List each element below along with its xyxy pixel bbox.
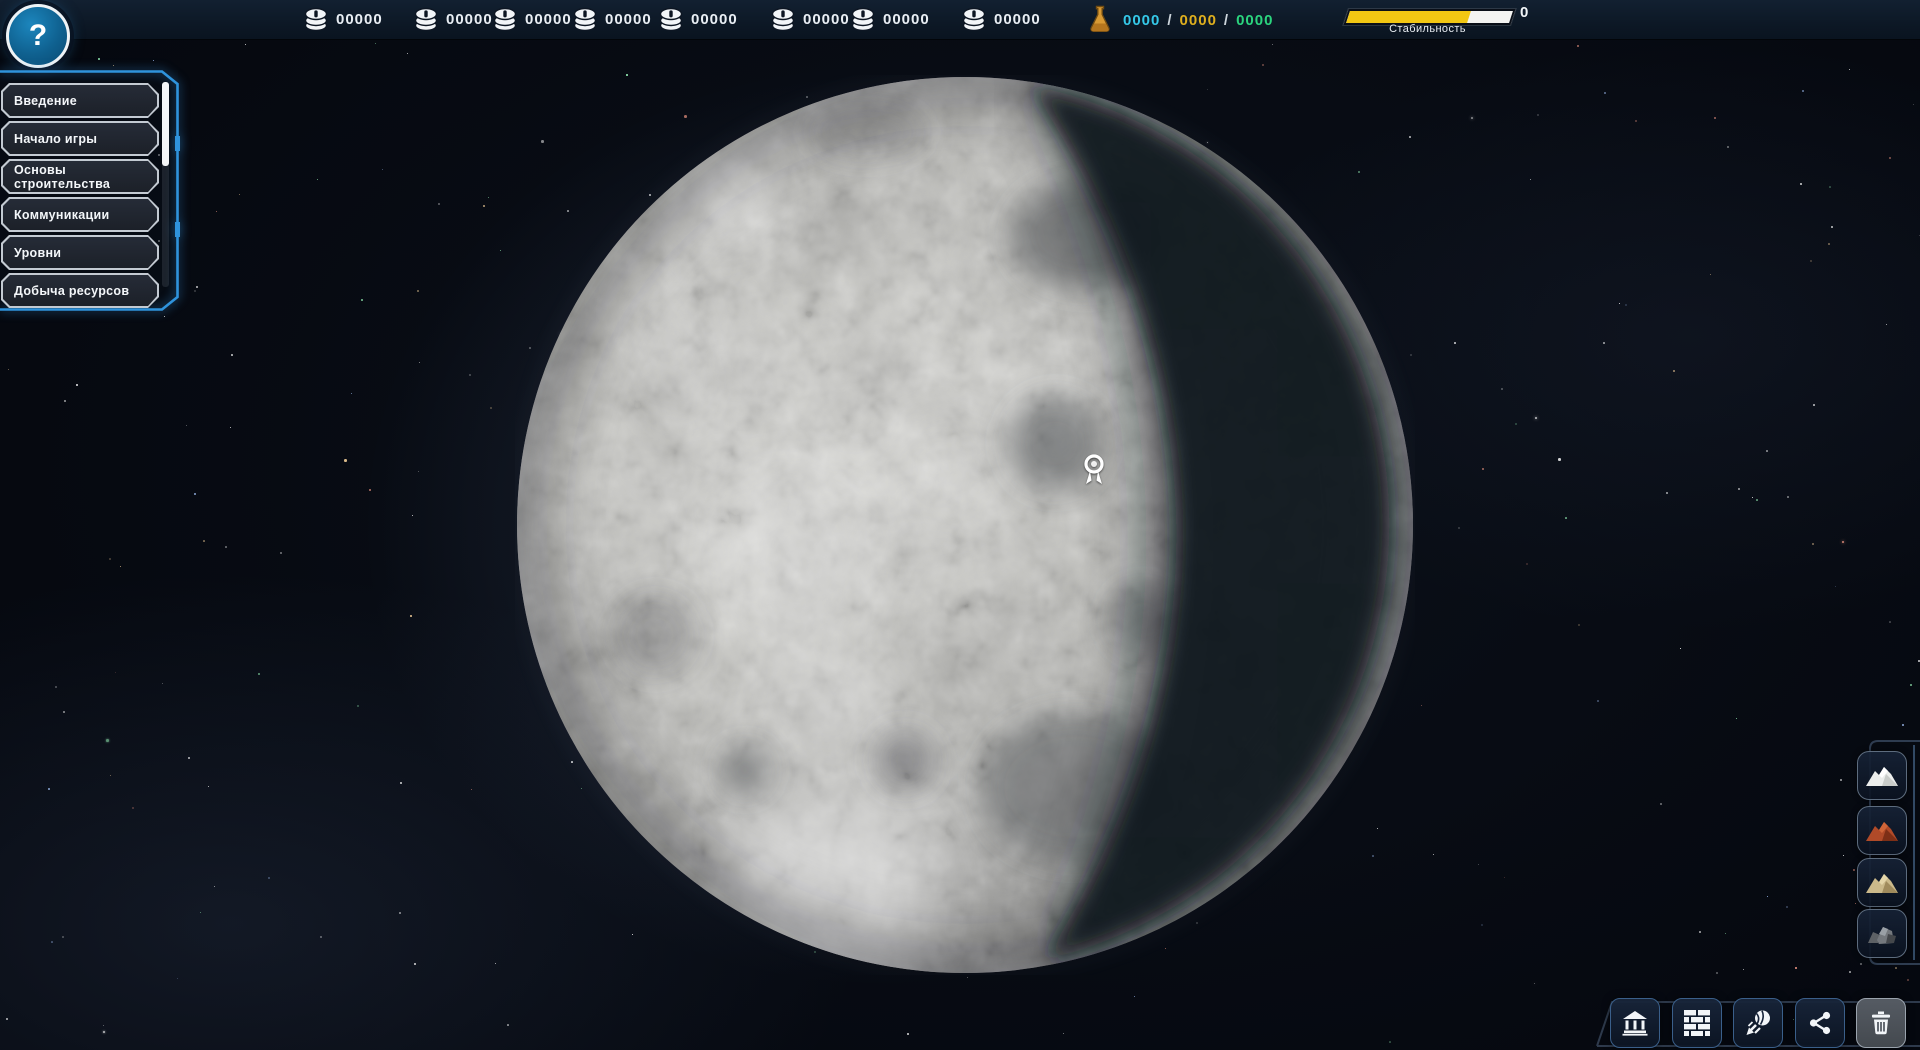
tutorial-item-nachalo-igry[interactable]: Начало игры bbox=[1, 121, 159, 156]
resource-counter: 00000 bbox=[961, 6, 1041, 32]
toggle-red-mineral[interactable] bbox=[1857, 806, 1907, 855]
coin-stack-icon bbox=[572, 6, 598, 32]
network-share-button[interactable] bbox=[1795, 998, 1845, 1048]
separator: / bbox=[1224, 12, 1229, 29]
tutorial-item-label: Коммуникации bbox=[3, 208, 109, 222]
toggle-ore-rocks[interactable] bbox=[1857, 909, 1907, 958]
resource-counter: 00000 bbox=[770, 6, 850, 32]
coin-stack-icon bbox=[303, 6, 329, 32]
coin-stack-icon bbox=[770, 6, 796, 32]
resource-counter: 00000 bbox=[658, 6, 738, 32]
top-resource-bar: 00000 00000 00000 00000 00000 00000 0000… bbox=[0, 0, 1920, 40]
game-screen: 00000 00000 00000 00000 00000 00000 0000… bbox=[0, 0, 1920, 1050]
tutorial-item-osnovy-stroitelstva[interactable]: Основы строительства bbox=[1, 159, 159, 194]
resource-value: 00000 bbox=[605, 10, 652, 28]
tutorial-item-label: Уровни bbox=[3, 246, 61, 260]
coin-stack-icon bbox=[492, 6, 518, 32]
sand-mineral-icon bbox=[1864, 867, 1900, 897]
stability-fill bbox=[1346, 11, 1471, 23]
brick-wall-icon bbox=[1684, 1010, 1710, 1036]
coin-stack-icon bbox=[961, 6, 987, 32]
toggle-white-mineral[interactable] bbox=[1857, 751, 1907, 800]
meteor-icon bbox=[1744, 1009, 1772, 1037]
bank-building-icon bbox=[1621, 1009, 1649, 1037]
award-badge-icon[interactable] bbox=[1078, 452, 1110, 488]
tutorial-item-label: Введение bbox=[3, 94, 77, 108]
tutorial-item-label: Добыча ресурсов bbox=[3, 284, 129, 298]
coin-stack-icon bbox=[658, 6, 684, 32]
resource-value: 00000 bbox=[803, 10, 850, 28]
stability-widget: 0 Стабильность bbox=[1340, 0, 1540, 39]
resource-counter: 00000 bbox=[572, 6, 652, 32]
science-counter: 0000 / 0000 / 0000 bbox=[1086, 3, 1273, 35]
science-current: 0000 bbox=[1123, 12, 1160, 29]
build-structures-button[interactable] bbox=[1672, 998, 1722, 1048]
meteor-strike-button[interactable] bbox=[1733, 998, 1783, 1048]
stability-label: Стабильность bbox=[1340, 23, 1515, 35]
science-max: 0000 bbox=[1236, 12, 1273, 29]
resource-value: 00000 bbox=[525, 10, 572, 28]
tutorial-item-vvedenie[interactable]: Введение bbox=[1, 83, 159, 118]
toggle-sand-mineral[interactable] bbox=[1857, 858, 1907, 907]
share-network-icon bbox=[1807, 1010, 1833, 1036]
help-button[interactable]: ? bbox=[6, 4, 70, 68]
tutorial-panel: Введение Начало игры Основы строительств… bbox=[0, 70, 186, 314]
resource-value: 00000 bbox=[446, 10, 493, 28]
flask-icon bbox=[1086, 3, 1114, 35]
red-mineral-icon bbox=[1864, 815, 1900, 845]
white-mineral-icon bbox=[1864, 760, 1900, 790]
tutorial-item-label: Начало игры bbox=[3, 132, 97, 146]
ore-rocks-icon bbox=[1864, 918, 1900, 948]
tutorial-item-kommunikacii[interactable]: Коммуникации bbox=[1, 197, 159, 232]
resource-counter: 00000 bbox=[492, 6, 572, 32]
tutorial-item-urovni[interactable]: Уровни bbox=[1, 235, 159, 270]
coin-stack-icon bbox=[850, 6, 876, 32]
science-mid: 0000 bbox=[1180, 12, 1217, 29]
resource-value: 00000 bbox=[691, 10, 738, 28]
help-question-icon: ? bbox=[29, 19, 47, 53]
tutorial-item-label: Основы строительства bbox=[3, 163, 157, 191]
coin-stack-icon bbox=[413, 6, 439, 32]
moon[interactable] bbox=[515, 75, 1415, 975]
stability-value: 0 bbox=[1520, 4, 1528, 21]
resource-counter: 00000 bbox=[303, 6, 383, 32]
resource-value: 00000 bbox=[336, 10, 383, 28]
build-colony-button[interactable] bbox=[1610, 998, 1660, 1048]
resource-value: 00000 bbox=[883, 10, 930, 28]
resource-counter: 00000 bbox=[413, 6, 493, 32]
resource-counter: 00000 bbox=[850, 6, 930, 32]
tutorial-item-dobycha-resursov[interactable]: Добыча ресурсов bbox=[1, 273, 159, 308]
trash-icon bbox=[1868, 1010, 1894, 1036]
demolish-button[interactable] bbox=[1856, 998, 1906, 1048]
resource-value: 00000 bbox=[994, 10, 1041, 28]
tutorial-scrollbar-thumb[interactable] bbox=[162, 82, 169, 166]
separator: / bbox=[1167, 12, 1172, 29]
